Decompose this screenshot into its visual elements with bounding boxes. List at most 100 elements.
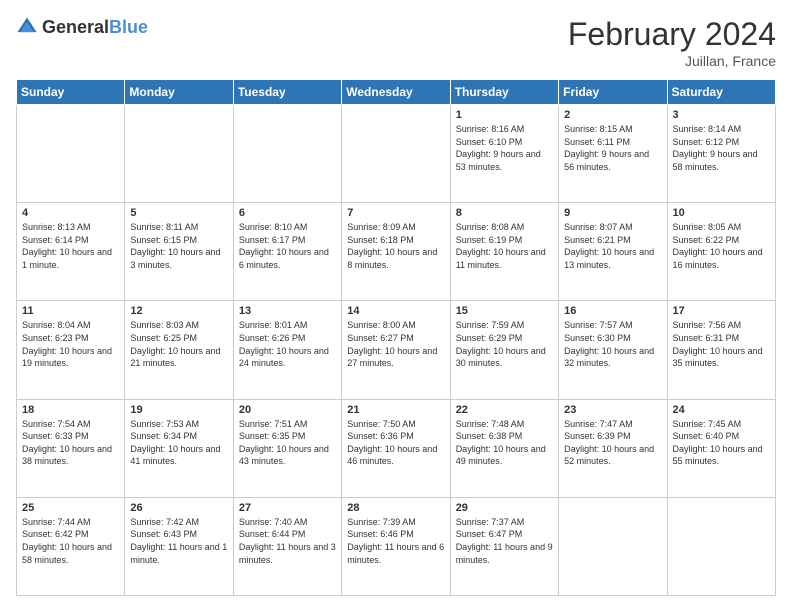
calendar-cell: 26 Sunrise: 7:42 AM Sunset: 6:43 PM Dayli…	[125, 497, 233, 595]
date-number: 10	[673, 207, 770, 219]
date-number: 6	[239, 207, 336, 219]
cell-sun-info: Sunrise: 7:39 AM Sunset: 6:46 PM Dayligh…	[347, 516, 444, 566]
date-number: 20	[239, 404, 336, 416]
logo: GeneralBlue	[16, 16, 148, 38]
calendar-cell: 19Sunrise: 7:53 AM Sunset: 6:34 PM Dayli…	[125, 399, 233, 497]
calendar-cell	[342, 105, 450, 203]
cell-sun-info: Sunrise: 7:54 AM Sunset: 6:33 PM Dayligh…	[22, 418, 119, 468]
logo-icon	[16, 16, 38, 38]
date-number: 4	[22, 207, 119, 219]
date-number: 24	[673, 404, 770, 416]
calendar-cell: 24 Sunrise: 7:45 AM Sunset: 6:40 PM Dayli…	[667, 399, 775, 497]
cell-sun-info: Sunrise: 8:13 AM Sunset: 6:14 PM Dayligh…	[22, 221, 119, 271]
date-number: 12	[130, 305, 227, 317]
date-number: 27	[239, 502, 336, 514]
col-friday: Friday	[559, 80, 667, 105]
cell-sun-info: Sunrise: 7:51 AM Sunset: 6:35 PM Dayligh…	[239, 418, 336, 468]
calendar-cell: 12 Sunrise: 8:03 AM Sunset: 6:25 PM Dayli…	[125, 301, 233, 399]
calendar-cell: 20 Sunrise: 7:51 AM Sunset: 6:35 PM Dayli…	[233, 399, 341, 497]
date-number: 2	[564, 109, 661, 121]
calendar-cell: 21 Sunrise: 7:50 AM Sunset: 6:36 PM Dayli…	[342, 399, 450, 497]
date-number: 21	[347, 404, 444, 416]
logo-general: General	[42, 17, 109, 37]
calendar-cell: 13 Sunrise: 8:01 AM Sunset: 6:26 PM Dayli…	[233, 301, 341, 399]
date-number: 11	[22, 305, 119, 317]
cell-sun-info: Sunrise: 7:53 AM Sunset: 6:34 PM Dayligh…	[130, 418, 227, 468]
calendar-cell: 2 Sunrise: 8:15 AM Sunset: 6:11 PM Daylig…	[559, 105, 667, 203]
calendar: Sunday Monday Tuesday Wednesday Thursday…	[16, 79, 776, 596]
cell-sun-info: Sunrise: 7:40 AM Sunset: 6:44 PM Dayligh…	[239, 516, 336, 566]
date-number: 1	[456, 109, 553, 121]
calendar-cell: 22Sunrise: 7:48 AM Sunset: 6:38 PM Dayli…	[450, 399, 558, 497]
cell-sun-info: Sunrise: 8:15 AM Sunset: 6:11 PM Dayligh…	[564, 123, 661, 173]
date-number: 26	[130, 502, 227, 514]
cell-sun-info: Sunrise: 7:42 AM Sunset: 6:43 PM Dayligh…	[130, 516, 227, 566]
cell-sun-info: Sunrise: 7:37 AM Sunset: 6:47 PM Dayligh…	[456, 516, 553, 566]
cell-sun-info: Sunrise: 8:05 AM Sunset: 6:22 PM Dayligh…	[673, 221, 770, 271]
cell-sun-info: Sunrise: 7:50 AM Sunset: 6:36 PM Dayligh…	[347, 418, 444, 468]
calendar-cell	[233, 105, 341, 203]
date-number: 5	[130, 207, 227, 219]
cell-sun-info: Sunrise: 8:09 AM Sunset: 6:18 PM Dayligh…	[347, 221, 444, 271]
logo-text: GeneralBlue	[42, 17, 148, 38]
location: Juillan, France	[568, 53, 776, 69]
calendar-cell	[125, 105, 233, 203]
col-tuesday: Tuesday	[233, 80, 341, 105]
calendar-cell: 23 Sunrise: 7:47 AM Sunset: 6:39 PM Dayli…	[559, 399, 667, 497]
page: GeneralBlue February 2024 Juillan, Franc…	[0, 0, 792, 612]
calendar-cell: 3 Sunrise: 8:14 AM Sunset: 6:12 PM Daylig…	[667, 105, 775, 203]
calendar-cell: 15 Sunrise: 7:59 AM Sunset: 6:29 PM Dayli…	[450, 301, 558, 399]
calendar-cell: 17Sunrise: 7:56 AM Sunset: 6:31 PM Dayli…	[667, 301, 775, 399]
date-number: 28	[347, 502, 444, 514]
month-year: February 2024	[568, 16, 776, 53]
date-number: 25	[22, 502, 119, 514]
title-block: February 2024 Juillan, France	[568, 16, 776, 69]
cell-sun-info: Sunrise: 8:11 AM Sunset: 6:15 PM Dayligh…	[130, 221, 227, 271]
cell-sun-info: Sunrise: 8:01 AM Sunset: 6:26 PM Dayligh…	[239, 319, 336, 369]
calendar-cell: 28 Sunrise: 7:39 AM Sunset: 6:46 PM Dayli…	[342, 497, 450, 595]
date-number: 7	[347, 207, 444, 219]
calendar-cell: 14 Sunrise: 8:00 AM Sunset: 6:27 PM Dayli…	[342, 301, 450, 399]
date-number: 18	[22, 404, 119, 416]
cell-sun-info: Sunrise: 8:04 AM Sunset: 6:23 PM Dayligh…	[22, 319, 119, 369]
calendar-cell: 6Sunrise: 8:10 AM Sunset: 6:17 PM Daylig…	[233, 203, 341, 301]
col-thursday: Thursday	[450, 80, 558, 105]
calendar-cell: 18 Sunrise: 7:54 AM Sunset: 6:33 PM Dayli…	[17, 399, 125, 497]
date-number: 3	[673, 109, 770, 121]
date-number: 23	[564, 404, 661, 416]
calendar-cell: 25 Sunrise: 7:44 AM Sunset: 6:42 PM Dayli…	[17, 497, 125, 595]
col-wednesday: Wednesday	[342, 80, 450, 105]
date-number: 16	[564, 305, 661, 317]
calendar-cell: 10 Sunrise: 8:05 AM Sunset: 6:22 PM Dayli…	[667, 203, 775, 301]
cell-sun-info: Sunrise: 8:00 AM Sunset: 6:27 PM Dayligh…	[347, 319, 444, 369]
cell-sun-info: Sunrise: 7:44 AM Sunset: 6:42 PM Dayligh…	[22, 516, 119, 566]
date-number: 22	[456, 404, 553, 416]
calendar-cell: 9 Sunrise: 8:07 AM Sunset: 6:21 PM Daylig…	[559, 203, 667, 301]
date-number: 15	[456, 305, 553, 317]
date-number: 14	[347, 305, 444, 317]
calendar-cell	[667, 497, 775, 595]
calendar-week-2: 4 Sunrise: 8:13 AM Sunset: 6:14 PM Daylig…	[17, 203, 776, 301]
cell-sun-info: Sunrise: 7:45 AM Sunset: 6:40 PM Dayligh…	[673, 418, 770, 468]
cell-sun-info: Sunrise: 8:07 AM Sunset: 6:21 PM Dayligh…	[564, 221, 661, 271]
cell-sun-info: Sunrise: 8:14 AM Sunset: 6:12 PM Dayligh…	[673, 123, 770, 173]
cell-sun-info: Sunrise: 7:59 AM Sunset: 6:29 PM Dayligh…	[456, 319, 553, 369]
cell-sun-info: Sunrise: 7:57 AM Sunset: 6:30 PM Dayligh…	[564, 319, 661, 369]
date-number: 8	[456, 207, 553, 219]
calendar-cell: 29Sunrise: 7:37 AM Sunset: 6:47 PM Dayli…	[450, 497, 558, 595]
date-number: 13	[239, 305, 336, 317]
cell-sun-info: Sunrise: 8:03 AM Sunset: 6:25 PM Dayligh…	[130, 319, 227, 369]
cell-sun-info: Sunrise: 7:47 AM Sunset: 6:39 PM Dayligh…	[564, 418, 661, 468]
calendar-week-1: 1Sunrise: 8:16 AM Sunset: 6:10 PM Daylig…	[17, 105, 776, 203]
calendar-cell: 7 Sunrise: 8:09 AM Sunset: 6:18 PM Daylig…	[342, 203, 450, 301]
col-saturday: Saturday	[667, 80, 775, 105]
calendar-cell: 5 Sunrise: 8:11 AM Sunset: 6:15 PM Daylig…	[125, 203, 233, 301]
cell-sun-info: Sunrise: 8:08 AM Sunset: 6:19 PM Dayligh…	[456, 221, 553, 271]
calendar-cell: 1Sunrise: 8:16 AM Sunset: 6:10 PM Daylig…	[450, 105, 558, 203]
calendar-cell: 16 Sunrise: 7:57 AM Sunset: 6:30 PM Dayli…	[559, 301, 667, 399]
calendar-week-5: 25 Sunrise: 7:44 AM Sunset: 6:42 PM Dayli…	[17, 497, 776, 595]
calendar-cell: 4 Sunrise: 8:13 AM Sunset: 6:14 PM Daylig…	[17, 203, 125, 301]
date-number: 9	[564, 207, 661, 219]
calendar-header-row: Sunday Monday Tuesday Wednesday Thursday…	[17, 80, 776, 105]
calendar-cell: 11 Sunrise: 8:04 AM Sunset: 6:23 PM Dayli…	[17, 301, 125, 399]
